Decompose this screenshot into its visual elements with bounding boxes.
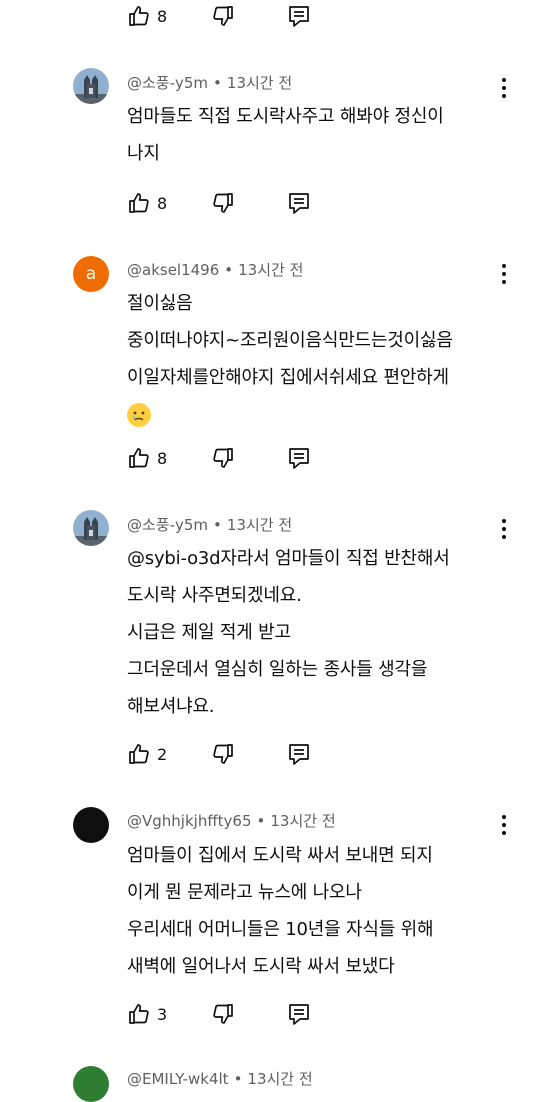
author-name[interactable]: @소풍-y5m xyxy=(127,516,208,534)
thumbs-up-icon xyxy=(129,193,149,213)
like-button[interactable]: 8 xyxy=(127,3,167,29)
thumbs-down-icon xyxy=(213,448,233,468)
crying-face-emoji-icon xyxy=(127,403,151,427)
comment-header: @EMILY-wk4lt • 13시간 전 xyxy=(127,1068,313,1089)
reply-button[interactable] xyxy=(288,445,310,471)
comment-line: 엄마들도 직접 도시락사주고 해봐야 정신이 xyxy=(127,106,444,127)
dislike-button[interactable] xyxy=(211,3,235,29)
comment-text: 엄마들도 직접 도시락사주고 해봐야 정신이 나지 xyxy=(127,98,520,172)
like-count: 2 xyxy=(157,744,168,764)
comment-line: 이일자체를안해야지 집에서쉬세요 편안하게 xyxy=(127,367,449,388)
avatar[interactable] xyxy=(73,510,109,546)
thumbs-down-icon xyxy=(213,6,233,26)
reply-button[interactable] xyxy=(288,741,310,767)
comment-line: 중이떠나야지~조리원이음식만드는것이싫음 xyxy=(127,330,453,351)
dislike-button[interactable] xyxy=(211,445,235,471)
comment-line: 나지 xyxy=(127,143,160,164)
timestamp[interactable]: 13시간 전 xyxy=(247,1070,312,1088)
comment-line: 우리세대 어머니들은 10년을 자식들 위해 xyxy=(127,919,434,940)
timestamp[interactable]: 13시간 전 xyxy=(227,74,292,92)
author-name[interactable]: @소풍-y5m xyxy=(127,74,208,92)
timestamp[interactable]: 13시간 전 xyxy=(238,261,303,279)
comment-actions: 3 xyxy=(127,1001,327,1027)
timestamp[interactable]: 13시간 전 xyxy=(227,516,292,534)
separator-dot: • xyxy=(233,1070,243,1088)
dislike-button[interactable] xyxy=(211,741,235,767)
comment-line: 해보셔냐요. xyxy=(127,696,215,717)
cathedral-avatar-icon xyxy=(73,510,109,546)
like-button[interactable]: 8 xyxy=(127,190,167,216)
reply-button[interactable] xyxy=(288,1001,310,1027)
thumbs-up-icon xyxy=(129,6,149,26)
more-options-icon[interactable] xyxy=(496,262,512,286)
like-count: 8 xyxy=(157,448,168,468)
comment-line: 이게 뭔 문제라고 뉴스에 나오나 xyxy=(127,882,362,903)
cathedral-avatar-icon xyxy=(73,68,109,104)
thumbs-down-icon xyxy=(213,193,233,213)
thumbs-down-icon xyxy=(213,1004,233,1024)
comment-header: @소풍-y5m • 13시간 전 xyxy=(127,514,292,535)
comment-line: 새벽에 일어나서 도시락 싸서 보냈다 xyxy=(127,956,395,977)
comment-line: 도시락 사주면되겠네요. xyxy=(127,585,302,606)
separator-dot: • xyxy=(224,261,234,279)
more-options-icon[interactable] xyxy=(496,517,512,541)
separator-dot: • xyxy=(213,74,222,92)
timestamp[interactable]: 13시간 전 xyxy=(270,812,335,830)
thumbs-up-icon xyxy=(129,744,149,764)
reply-icon xyxy=(289,1004,309,1025)
like-button[interactable]: 3 xyxy=(127,1001,167,1027)
comment-line: @sybi-o3d자라서 엄마들이 직접 반찬해서 xyxy=(127,548,450,569)
separator-dot: • xyxy=(213,516,222,534)
avatar[interactable]: a xyxy=(73,256,109,292)
thumbs-down-icon xyxy=(213,744,233,764)
author-name[interactable]: @EMILY-wk4lt xyxy=(127,1070,229,1088)
comment-text: 절이싫음 중이떠나야지~조리원이음식만드는것이싫음 이일자체를안해야지 집에서쉬… xyxy=(127,285,520,433)
reply-icon xyxy=(289,193,309,214)
comment-actions: 8 xyxy=(127,3,327,29)
comment-line: 절이싫음 xyxy=(127,293,193,314)
comment-line: 그더운데서 열심히 일하는 종사들 생각을 xyxy=(127,659,428,680)
comment-header: @소풍-y5m • 13시간 전 xyxy=(127,72,292,93)
avatar-letter: a xyxy=(85,263,97,284)
thumbs-up-icon xyxy=(129,1004,149,1024)
author-name[interactable]: @aksel1496 xyxy=(127,261,219,279)
author-name[interactable]: @Vghhjkjhffty65 xyxy=(127,812,252,830)
like-count: 8 xyxy=(157,193,168,213)
comment-text: @sybi-o3d자라서 엄마들이 직접 반찬해서 도시락 사주면되겠네요. 시… xyxy=(127,540,520,725)
reply-icon xyxy=(289,744,309,765)
comment-line: 시급은 제일 적게 받고 xyxy=(127,622,291,643)
reply-button[interactable] xyxy=(288,190,310,216)
like-count: 3 xyxy=(157,1004,168,1024)
reply-button[interactable] xyxy=(288,3,310,29)
dislike-button[interactable] xyxy=(211,1001,235,1027)
avatar[interactable] xyxy=(73,1066,109,1102)
thumbs-up-icon xyxy=(129,448,149,468)
comment-actions: 8 xyxy=(127,190,327,216)
more-options-icon[interactable] xyxy=(496,813,512,837)
comment-line xyxy=(127,396,520,433)
reply-icon xyxy=(289,6,309,27)
comment-header: @aksel1496 • 13시간 전 xyxy=(127,259,303,280)
more-options-icon[interactable] xyxy=(496,76,512,100)
separator-dot: • xyxy=(256,812,266,830)
reply-icon xyxy=(289,448,309,469)
avatar[interactable] xyxy=(73,68,109,104)
avatar[interactable] xyxy=(73,807,109,843)
comment-actions: 8 xyxy=(127,445,327,471)
comment-header: @Vghhjkjhffty65 • 13시간 전 xyxy=(127,810,336,831)
comment-text: 엄마들이 집에서 도시락 싸서 보내면 되지 이게 뭔 문제라고 뉴스에 나오나… xyxy=(127,837,520,985)
dislike-button[interactable] xyxy=(211,190,235,216)
like-button[interactable]: 8 xyxy=(127,445,167,471)
like-count: 8 xyxy=(157,6,168,26)
like-button[interactable]: 2 xyxy=(127,741,167,767)
comment-actions: 2 xyxy=(127,741,327,767)
comment-line: 엄마들이 집에서 도시락 싸서 보내면 되지 xyxy=(127,845,433,866)
